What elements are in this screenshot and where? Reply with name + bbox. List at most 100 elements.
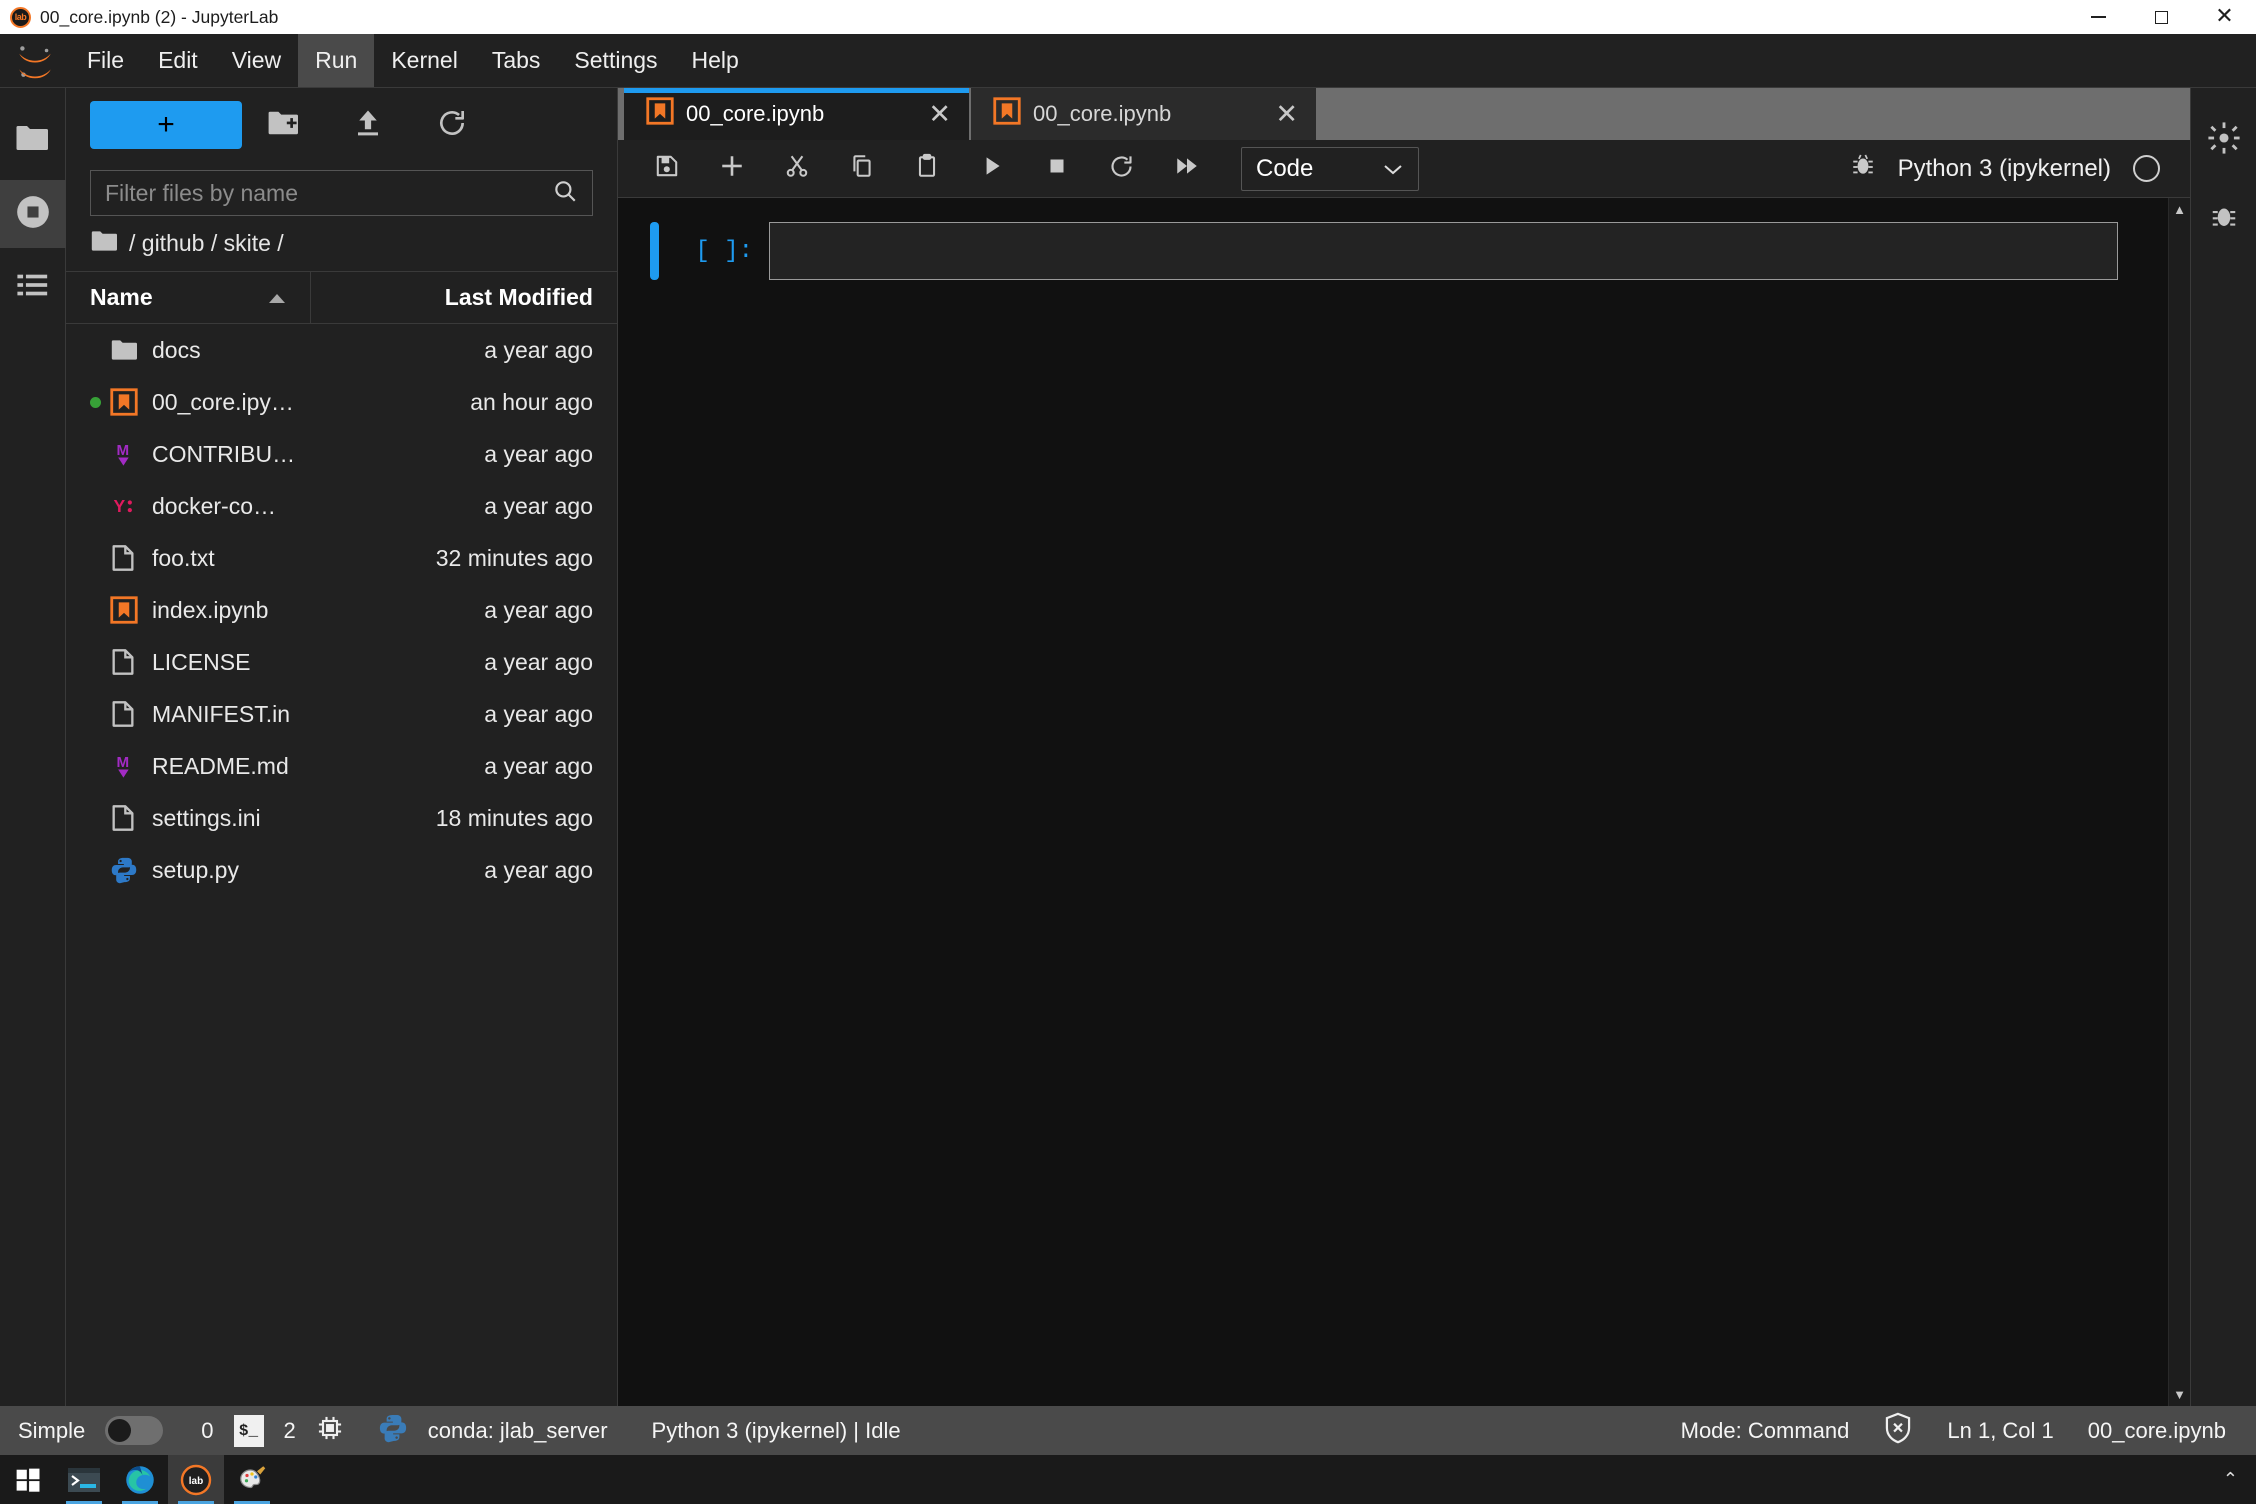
minimize-icon[interactable] [2067, 0, 2130, 34]
close-icon[interactable]: ✕ [928, 101, 951, 128]
paint-icon[interactable] [224, 1455, 280, 1504]
file-last-modified: a year ago [484, 752, 593, 779]
notebook-cell[interactable]: [ ]: [618, 222, 2168, 280]
sidebar-item-property-inspector[interactable] [2191, 106, 2256, 174]
search-input[interactable] [105, 179, 552, 207]
notebook-scrollbar[interactable]: ▲ ▼ [2168, 198, 2190, 1406]
kernel-status-label[interactable]: Python 3 (ipykernel) | Idle [652, 1418, 901, 1444]
folder-icon [110, 338, 152, 362]
right-sidebar [2190, 88, 2256, 1406]
file-list-item[interactable]: foo.txt 32 minutes ago [66, 532, 617, 584]
jupyterlab-icon[interactable]: lab [168, 1455, 224, 1504]
paste-button[interactable] [894, 140, 959, 198]
start-button-icon[interactable] [0, 1455, 56, 1504]
stop-icon [1044, 153, 1070, 184]
file-icon [110, 544, 152, 572]
file-icon [110, 700, 152, 728]
copy-icon [849, 153, 875, 184]
column-header-last-modified[interactable]: Last Modified [311, 284, 617, 311]
cell-type-dropdown[interactable]: Code [1241, 146, 1419, 191]
svg-text:M: M [117, 442, 130, 459]
file-list-item[interactable]: 00_core.ipy… an hour ago [66, 376, 617, 428]
dock-tab[interactable]: 00_core.ipynb ✕ [624, 88, 969, 140]
menu-item-edit[interactable]: Edit [141, 34, 215, 87]
file-last-modified: 32 minutes ago [435, 544, 593, 571]
kernel-status-indicator[interactable] [2133, 155, 2160, 182]
terminal-icon[interactable]: $_ [233, 1414, 264, 1447]
yaml-icon: Y [110, 492, 152, 520]
refresh-icon [436, 107, 468, 144]
upload-button[interactable] [326, 101, 410, 149]
file-list-item[interactable]: LICENSE a year ago [66, 636, 617, 688]
file-name: MANIFEST.in [152, 700, 291, 727]
file-last-modified: 18 minutes ago [435, 804, 593, 831]
notebook-icon [110, 596, 152, 624]
python-icon [110, 856, 152, 884]
menu-item-kernel[interactable]: Kernel [374, 34, 474, 87]
file-list-item[interactable]: M CONTRIBU… a year ago [66, 428, 617, 480]
sidebar-item-file-browser[interactable] [0, 106, 66, 174]
file-list-item[interactable]: docs a year ago [66, 324, 617, 376]
close-icon[interactable]: ✕ [1275, 101, 1298, 128]
menu-item-tabs[interactable]: Tabs [475, 34, 558, 87]
sidebar-item-running-terminals[interactable] [0, 180, 66, 248]
column-header-name[interactable]: Name [66, 272, 311, 323]
filter-files-field[interactable] [90, 170, 593, 216]
upload-icon [353, 108, 383, 143]
menu-item-settings[interactable]: Settings [557, 34, 674, 87]
file-icon [110, 648, 152, 676]
file-list-item[interactable]: MANIFEST.in a year ago [66, 688, 617, 740]
untrusted-shield-icon[interactable] [1883, 1412, 1913, 1450]
restart-run-all-button[interactable] [1154, 140, 1219, 198]
run-button[interactable] [959, 140, 1024, 198]
maximize-icon[interactable] [2130, 0, 2193, 34]
cell-input-editor[interactable] [769, 222, 2118, 280]
refresh-button[interactable] [410, 101, 494, 149]
breadcrumb[interactable]: / github / skite / [66, 216, 617, 272]
debugger-icon [2209, 201, 2239, 236]
menu-item-help[interactable]: Help [675, 34, 756, 87]
sidebar-item-debugger[interactable] [2191, 184, 2256, 252]
kernels-count[interactable]: 2 [284, 1418, 296, 1444]
cpu-chip-icon[interactable] [316, 1414, 344, 1448]
restart-button[interactable] [1089, 140, 1154, 198]
new-folder-button[interactable] [242, 101, 326, 149]
chevron-up-icon[interactable]: ▲ [2173, 198, 2186, 221]
menu-item-file[interactable]: File [70, 34, 141, 87]
conda-env-label[interactable]: conda: jlab_server [428, 1418, 608, 1444]
insert-cell-button[interactable] [699, 140, 764, 198]
file-list-item[interactable]: Ydocker-co… a year ago [66, 480, 617, 532]
sidebar-item-table-of-contents[interactable] [0, 254, 66, 322]
edge-browser-icon[interactable] [112, 1455, 168, 1504]
file-name: index.ipynb [152, 596, 269, 623]
new-launcher-button[interactable]: + [90, 101, 242, 149]
scissors-icon [784, 153, 810, 184]
menu-item-view[interactable]: View [215, 34, 298, 87]
cut-button[interactable] [764, 140, 829, 198]
file-list-item[interactable]: settings.ini 18 minutes ago [66, 792, 617, 844]
copy-button[interactable] [829, 140, 894, 198]
windows-taskbar: lab ⌃ [0, 1455, 2256, 1504]
table-of-contents-icon [16, 271, 50, 306]
chevron-up-icon[interactable]: ⌃ [2223, 1469, 2256, 1490]
simple-mode-toggle[interactable] [105, 1416, 164, 1445]
file-last-modified: a year ago [484, 700, 593, 727]
terminal-icon[interactable] [56, 1455, 112, 1504]
file-list-item[interactable]: index.ipynb a year ago [66, 584, 617, 636]
close-icon[interactable]: ✕ [2193, 0, 2256, 34]
kernel-name[interactable]: Python 3 (ipykernel) [1898, 155, 2111, 183]
interrupt-button[interactable] [1024, 140, 1089, 198]
file-name: docker-co… [152, 492, 276, 519]
notebook-icon [646, 97, 674, 131]
save-button[interactable] [634, 140, 699, 198]
terminals-count[interactable]: 0 [201, 1418, 213, 1444]
active-file-name: 00_core.ipynb [2087, 1417, 2226, 1443]
file-list-item[interactable]: setup.py a year ago [66, 844, 617, 896]
dock-tab-label: 00_core.ipynb [686, 101, 825, 126]
dock-tab[interactable]: 00_core.ipynb ✕ [971, 88, 1316, 140]
file-list-item[interactable]: M README.md a year ago [66, 740, 617, 792]
bug-icon[interactable] [1850, 152, 1876, 185]
mode-indicator: Mode: Command [1680, 1417, 1850, 1443]
menu-item-run[interactable]: Run [298, 34, 375, 87]
chevron-down-icon[interactable]: ▼ [2173, 1383, 2186, 1406]
